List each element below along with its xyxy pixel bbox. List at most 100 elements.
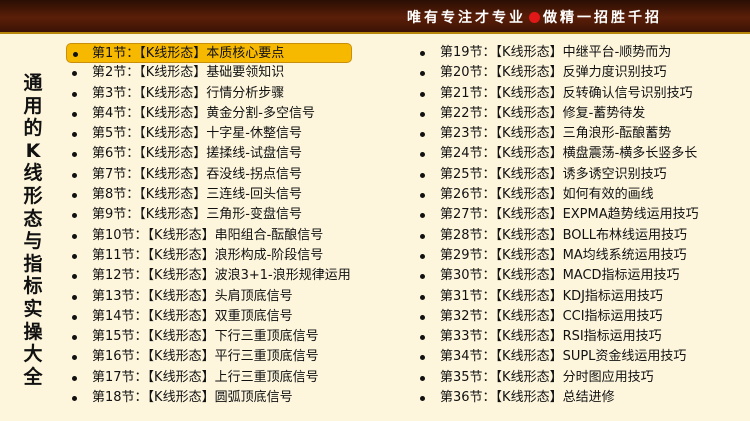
lesson-item[interactable]: 第20节：【K线形态】反弹力度识别技巧 <box>420 63 699 83</box>
lesson-item[interactable]: 第11节：【K线形态】浪形构成-阶段信号 <box>72 246 352 266</box>
lesson-item[interactable]: 第13节：【K线形态】头肩顶底信号 <box>72 287 352 307</box>
lesson-item[interactable]: 第8节：【K线形态】三连线-回头信号 <box>72 185 352 205</box>
bullet-icon <box>420 132 425 138</box>
lesson-label: 第23节：【K线形态】三角浪形-酝酿蓄势 <box>440 126 672 142</box>
bullet-icon <box>420 375 425 381</box>
bullet-icon <box>72 213 77 219</box>
lesson-label: 第12节：【K线形态】波浪3+1-浪形规律运用 <box>92 268 351 284</box>
lesson-item[interactable]: 第33节：【K线形态】RSI指标运用技巧 <box>420 327 699 347</box>
lesson-item[interactable]: 第6节：【K线形态】搓揉线-试盘信号 <box>72 144 352 164</box>
bullet-icon <box>72 355 77 361</box>
bullet-icon <box>72 132 77 138</box>
lesson-item[interactable]: 第1节：【K线形态】本质核心要点 <box>66 43 352 64</box>
lesson-item[interactable]: 第12节：【K线形态】波浪3+1-浪形规律运用 <box>72 266 352 286</box>
bullet-icon <box>72 193 77 199</box>
lesson-item[interactable]: 第15节：【K线形态】下行三重顶底信号 <box>72 327 352 347</box>
red-dot-icon <box>529 12 540 23</box>
bullet-icon <box>420 172 425 178</box>
lesson-label: 第1节：【K线形态】本质核心要点 <box>92 46 285 61</box>
lesson-item[interactable]: 第25节：【K线形态】诱多诱空识别技巧 <box>420 165 699 185</box>
lesson-label: 第36节：【K线形态】总结进修 <box>440 390 615 406</box>
bullet-icon <box>420 396 425 402</box>
lesson-label: 第6节：【K线形态】搓揉线-试盘信号 <box>92 146 302 162</box>
lesson-item[interactable]: 第27节：【K线形态】EXPMA趋势线运用技巧 <box>420 205 699 225</box>
lesson-label: 第27节：【K线形态】EXPMA趋势线运用技巧 <box>440 207 699 223</box>
lesson-label: 第7节：【K线形态】吞没线-拐点信号 <box>92 166 302 182</box>
lesson-label: 第5节：【K线形态】十字星-休整信号 <box>92 126 302 142</box>
lesson-list-right: 第19节：【K线形态】中继平台-顺势而为 第20节：【K线形态】反弹力度识别技巧第… <box>420 43 699 408</box>
lesson-item[interactable]: 第29节：【K线形态】MA均线系统运用技巧 <box>420 246 699 266</box>
bullet-icon <box>420 71 425 77</box>
bullet-icon <box>420 294 425 300</box>
lesson-item[interactable]: 第32节：【K线形态】CCI指标运用技巧 <box>420 307 699 327</box>
lesson-label: 第31节：【K线形态】KDJ指标运用技巧 <box>440 288 663 304</box>
lesson-label: 第20节：【K线形态】反弹力度识别技巧 <box>440 65 667 81</box>
lesson-item[interactable]: 第36节：【K线形态】总结进修 <box>420 388 699 408</box>
lesson-item[interactable]: 第26节：【K线形态】如何有效的画线 <box>420 185 699 205</box>
lesson-label: 第2节：【K线形态】基础要领知识 <box>92 65 285 81</box>
lesson-item[interactable]: 第24节：【K线形态】横盘震荡-横多长竖多长 <box>420 144 699 164</box>
bullet-icon <box>72 274 77 280</box>
lesson-label: 第24节：【K线形态】横盘震荡-横多长竖多长 <box>440 146 698 162</box>
bullet-icon <box>72 91 77 97</box>
lesson-label: 第32节：【K线形态】CCI指标运用技巧 <box>440 308 663 324</box>
lesson-item[interactable]: 第30节：【K线形态】MACD指标运用技巧 <box>420 266 699 286</box>
bullet-icon <box>420 253 425 259</box>
lesson-item[interactable]: 第14节：【K线形态】双重顶底信号 <box>72 307 352 327</box>
bullet-icon <box>420 152 425 158</box>
bullet-icon <box>420 355 425 361</box>
lesson-item[interactable]: 第16节：【K线形态】平行三重顶底信号 <box>72 347 352 367</box>
lesson-item[interactable]: 第17节：【K线形态】上行三重顶底信号 <box>72 368 352 388</box>
lesson-item[interactable]: 第23节：【K线形态】三角浪形-酝酿蓄势 <box>420 124 699 144</box>
bullet-icon <box>73 52 78 57</box>
slogan-part1: 唯有专注才专业 <box>407 10 526 26</box>
lesson-label: 第17节：【K线形态】上行三重顶底信号 <box>92 369 319 385</box>
lesson-item[interactable]: 第5节：【K线形态】十字星-休整信号 <box>72 124 352 144</box>
lesson-item[interactable]: 第28节：【K线形态】BOLL布林线运用技巧 <box>420 226 699 246</box>
lesson-label: 第3节：【K线形态】行情分析步骤 <box>92 85 285 101</box>
lesson-item[interactable]: 第4节：【K线形态】黄金分割-多空信号 <box>72 104 352 124</box>
lesson-item[interactable]: 第9节：【K线形态】三角形-变盘信号 <box>72 205 352 225</box>
lesson-item[interactable]: 第34节：【K线形态】SUPL资金线运用技巧 <box>420 347 699 367</box>
lesson-item[interactable]: 第22节：【K线形态】修复-蓄势待发 <box>420 104 699 124</box>
lesson-label: 第29节：【K线形态】MA均线系统运用技巧 <box>440 247 687 263</box>
lesson-label: 第25节：【K线形态】诱多诱空识别技巧 <box>440 166 667 182</box>
slogan-part2: 做精一招胜千招 <box>543 10 662 26</box>
bullet-icon <box>72 71 77 77</box>
bullet-icon <box>420 51 425 56</box>
lesson-label: 第22节：【K线形态】修复-蓄势待发 <box>440 105 646 121</box>
bullet-icon <box>420 233 425 239</box>
lesson-item[interactable]: 第18节：【K线形态】圆弧顶底信号 <box>72 388 352 408</box>
lesson-item[interactable]: 第35节：【K线形态】分时图应用技巧 <box>420 368 699 388</box>
lesson-label: 第33节：【K线形态】RSI指标运用技巧 <box>440 329 662 345</box>
lesson-label: 第9节：【K线形态】三角形-变盘信号 <box>92 207 302 223</box>
lesson-item[interactable]: 第19节：【K线形态】中继平台-顺势而为 <box>420 43 699 63</box>
bullet-icon <box>72 314 77 320</box>
header-bar: 唯有专注才专业 做精一招胜千招 <box>0 0 750 34</box>
bullet-icon <box>72 172 77 178</box>
lesson-item[interactable]: 第21节：【K线形态】反转确认信号识别技巧 <box>420 84 699 104</box>
bullet-icon <box>420 111 425 117</box>
lesson-label: 第4节：【K线形态】黄金分割-多空信号 <box>92 105 315 121</box>
bullet-icon <box>72 152 77 158</box>
lesson-item[interactable]: 第7节：【K线形态】吞没线-拐点信号 <box>72 165 352 185</box>
lesson-label: 第14节：【K线形态】双重顶底信号 <box>92 308 293 324</box>
lesson-label: 第15节：【K线形态】下行三重顶底信号 <box>92 329 319 345</box>
lesson-item[interactable]: 第31节：【K线形态】KDJ指标运用技巧 <box>420 287 699 307</box>
lesson-label: 第30节：【K线形态】MACD指标运用技巧 <box>440 268 680 284</box>
bullet-icon <box>72 253 77 259</box>
side-title: 通用的K线形态与指标实操大全 <box>23 72 43 388</box>
lesson-item[interactable]: 第2节：【K线形态】基础要领知识 <box>72 63 352 83</box>
lesson-label: 第13节：【K线形态】头肩顶底信号 <box>92 288 293 304</box>
lesson-label: 第11节：【K线形态】浪形构成-阶段信号 <box>92 247 324 263</box>
lesson-list-left: 第1节：【K线形态】本质核心要点 第2节：【K线形态】基础要领知识 第3节：【K线形… <box>66 43 352 408</box>
lesson-item[interactable]: 第10节：【K线形态】串阳组合-酝酿信号 <box>72 226 352 246</box>
lesson-item[interactable]: 第3节：【K线形态】行情分析步骤 <box>72 84 352 104</box>
bullet-icon <box>72 294 77 300</box>
bullet-icon <box>72 375 77 381</box>
bullet-icon <box>72 396 77 402</box>
lesson-label: 第21节：【K线形态】反转确认信号识别技巧 <box>440 85 693 101</box>
bullet-icon <box>72 335 77 341</box>
lesson-label: 第26节：【K线形态】如何有效的画线 <box>440 187 654 203</box>
lesson-label: 第18节：【K线形态】圆弧顶底信号 <box>92 390 293 406</box>
